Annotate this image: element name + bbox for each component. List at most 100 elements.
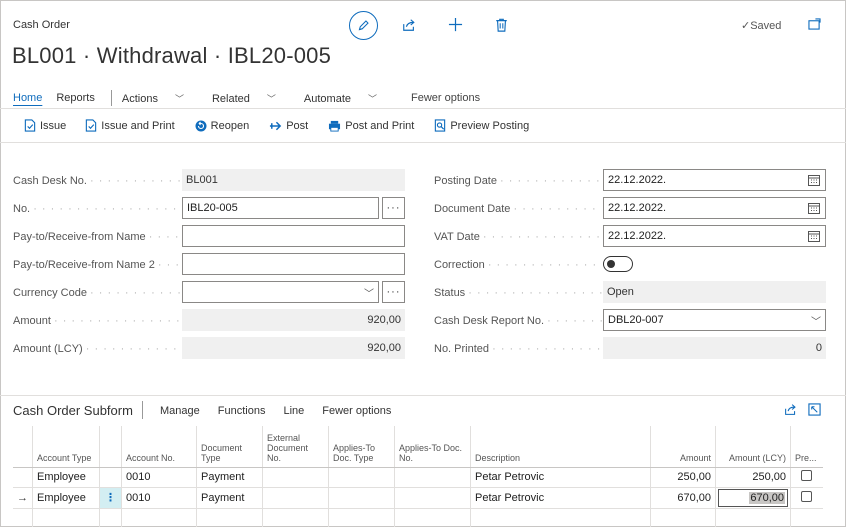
action-bar: Issue Issue and Print Reopen Post Post a… — [24, 119, 549, 132]
post-and-print-button[interactable]: Post and Print — [328, 120, 414, 132]
current-row-arrow-icon: → — [17, 491, 28, 504]
tab-automate[interactable]: Automate ﹀ — [304, 92, 391, 105]
calendar-icon[interactable] — [808, 202, 820, 214]
cell-applies-to-doc-no[interactable] — [394, 487, 471, 509]
subform-menu-fewer-options[interactable]: Fewer options — [322, 405, 391, 417]
empty-cell[interactable] — [650, 508, 716, 527]
no-field[interactable]: IBL20-005 — [182, 197, 379, 219]
delete-button[interactable] — [492, 16, 510, 34]
pay-to-name-2-field[interactable] — [182, 253, 405, 275]
cell-description[interactable]: Petar Petrovic — [470, 487, 651, 509]
cell-applies-to-doc-type[interactable] — [328, 467, 395, 488]
col-applies-to-doc-no[interactable]: Applies-To Doc. No. — [394, 426, 471, 468]
post-button[interactable]: Post — [269, 120, 308, 132]
document-date-field[interactable]: 22.12.2022. — [603, 197, 826, 219]
col-account-no[interactable]: Account No. — [121, 426, 197, 468]
subform-menu-manage[interactable]: Manage — [160, 405, 200, 417]
pre-checkbox[interactable] — [801, 490, 813, 502]
cell-account-no[interactable]: 0010 — [121, 467, 197, 488]
amount-lcy-input-value: 670,00 — [749, 491, 785, 504]
cash-desk-no-label: Cash Desk No. · · · · · · · · · · · · · … — [13, 175, 181, 187]
no-lookup-button[interactable]: ··· — [382, 197, 405, 219]
table-row[interactable]: → Employee ⋮ 0010 Payment Petar Petrovic… — [13, 487, 823, 509]
divider — [0, 108, 846, 109]
table-row-empty[interactable] — [13, 508, 823, 527]
cell-amount-lcy-editing[interactable]: 670,00 — [715, 487, 791, 509]
col-account-type[interactable]: Account Type — [32, 426, 100, 468]
table-row[interactable]: Employee 0010 Payment Petar Petrovic 250… — [13, 467, 823, 488]
no-label: No. · · · · · · · · · · · · · · · · · · … — [13, 203, 181, 215]
pre-checkbox[interactable] — [801, 470, 813, 481]
cell-account-type[interactable]: Employee — [32, 467, 100, 488]
empty-cell[interactable] — [394, 508, 471, 527]
empty-cell[interactable] — [470, 508, 651, 527]
empty-cell[interactable] — [196, 508, 263, 527]
pay-to-name-field[interactable] — [182, 225, 405, 247]
preview-posting-button[interactable]: Preview Posting — [434, 119, 529, 132]
chevron-down-icon: ﹀ — [364, 288, 374, 300]
subform-menu-line[interactable]: Line — [283, 405, 304, 417]
amount-label: Amount · · · · · · · · · · · · · · · · ·… — [13, 315, 181, 327]
cell-document-type[interactable]: Payment — [196, 467, 263, 488]
vat-date-field[interactable]: 22.12.2022. — [603, 225, 826, 247]
empty-cell[interactable] — [328, 508, 395, 527]
cell-applies-to-doc-type[interactable] — [328, 487, 395, 509]
ellipsis-icon: ··· — [386, 202, 401, 214]
edit-icon — [358, 20, 369, 31]
cell-account-type[interactable]: Employee — [32, 487, 100, 509]
tab-reports[interactable]: Reports — [56, 92, 95, 104]
subform-grid: Account Type Account No. Document Type E… — [13, 426, 823, 527]
cell-amount[interactable]: 670,00 — [650, 487, 716, 509]
row-menu-cell — [99, 467, 122, 488]
subform-menu-functions[interactable]: Functions — [218, 405, 266, 417]
popout-button[interactable] — [808, 18, 821, 30]
reopen-button[interactable]: Reopen — [195, 120, 249, 132]
cell-applies-to-doc-no[interactable] — [394, 467, 471, 488]
divider — [0, 142, 846, 143]
col-amount-lcy[interactable]: Amount (LCY) — [715, 426, 791, 468]
issue-button[interactable]: Issue — [24, 119, 66, 132]
checkmark-icon: ✓ — [741, 20, 751, 32]
cell-account-no[interactable]: 0010 — [121, 487, 197, 509]
cash-desk-report-no-select[interactable]: DBL20-007 ﹀ — [603, 309, 826, 331]
cell-description[interactable]: Petar Petrovic — [470, 467, 651, 488]
vat-date-label: VAT Date · · · · · · · · · · · · · · · ·… — [434, 231, 602, 243]
cell-amount[interactable]: 250,00 — [650, 467, 716, 488]
posting-date-field[interactable]: 22.12.2022. — [603, 169, 826, 191]
subform-expand-button[interactable] — [808, 403, 821, 416]
tab-home[interactable]: Home — [13, 92, 42, 104]
new-button[interactable] — [446, 15, 464, 33]
empty-cell[interactable] — [32, 508, 100, 527]
cell-external-document-no[interactable] — [262, 487, 329, 509]
no-printed-label: No. Printed · · · · · · · · · · · · · · … — [434, 343, 602, 355]
empty-cell[interactable] — [715, 508, 791, 527]
row-menu-button[interactable]: ⋮ — [99, 487, 122, 509]
tab-actions[interactable]: Actions ﹀ — [122, 92, 198, 105]
share-button[interactable] — [400, 16, 418, 34]
edit-button[interactable] — [349, 11, 378, 40]
currency-code-select[interactable]: ﹀ — [182, 281, 379, 303]
calendar-icon[interactable] — [808, 230, 820, 242]
cell-pre — [790, 487, 823, 509]
currency-lookup-button[interactable]: ··· — [382, 281, 405, 303]
correction-label: Correction · · · · · · · · · · · · · · ·… — [434, 259, 602, 271]
print-icon — [329, 120, 341, 132]
calendar-icon[interactable] — [808, 174, 820, 186]
tab-related[interactable]: Related ﹀ — [212, 92, 290, 105]
col-pre[interactable]: Pre... — [790, 426, 823, 468]
col-amount[interactable]: Amount — [650, 426, 716, 468]
issue-and-print-button[interactable]: Issue and Print — [85, 119, 175, 132]
amount-lcy-field: 920,00 — [182, 337, 405, 359]
empty-cell[interactable] — [121, 508, 197, 527]
empty-cell[interactable] — [262, 508, 329, 527]
col-description[interactable]: Description — [470, 426, 651, 468]
cell-document-type[interactable]: Payment — [196, 487, 263, 509]
col-applies-to-doc-type[interactable]: Applies-To Doc. Type — [328, 426, 395, 468]
col-external-document-no[interactable]: External Document No. — [262, 426, 329, 468]
col-document-type[interactable]: Document Type — [196, 426, 263, 468]
cell-amount-lcy[interactable]: 250,00 — [715, 467, 791, 488]
cell-external-document-no[interactable] — [262, 467, 329, 488]
fewer-options-link[interactable]: Fewer options — [411, 92, 480, 104]
subform-share-button[interactable] — [784, 403, 797, 416]
correction-toggle[interactable] — [603, 256, 633, 272]
